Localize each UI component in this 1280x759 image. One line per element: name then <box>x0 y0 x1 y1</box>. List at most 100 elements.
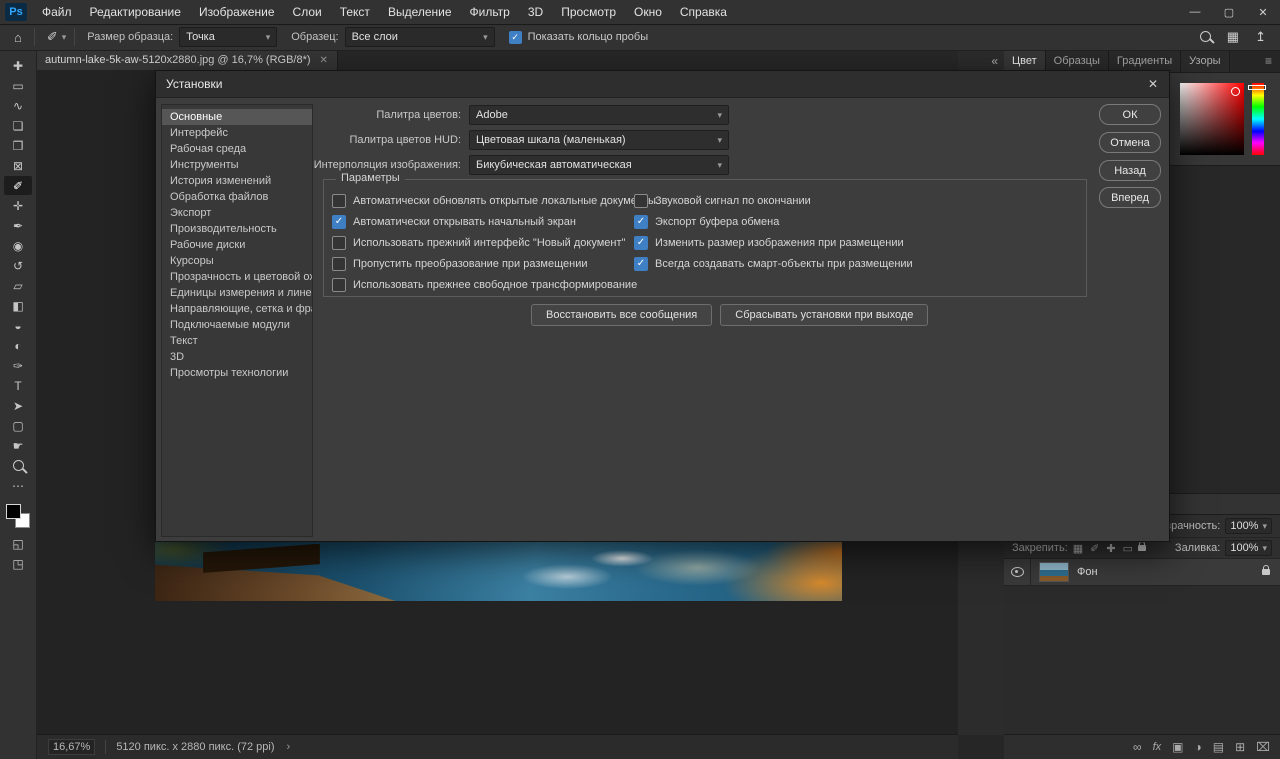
preferences-sidebar-item-7[interactable]: Производительность <box>162 221 312 237</box>
workspace-switcher-icon[interactable]: ▦ <box>1227 29 1239 45</box>
path-selection-tool[interactable]: ➤ <box>4 396 32 415</box>
preferences-sidebar-item-14[interactable]: Текст <box>162 333 312 349</box>
zoom-tool[interactable] <box>4 456 32 475</box>
panel-menu-icon[interactable]: ≡ <box>1257 50 1280 72</box>
preferences-sidebar-item-10[interactable]: Прозрачность и цветовой охват <box>162 269 312 285</box>
checkbox-right-3[interactable]: ✓ <box>634 257 648 271</box>
preferences-sidebar-item-8[interactable]: Рабочие диски <box>162 237 312 253</box>
checkbox-left-4[interactable]: ✓ <box>332 278 346 292</box>
color-cursor[interactable] <box>1231 87 1240 96</box>
prev-button[interactable]: Назад <box>1099 160 1161 181</box>
checkbox-left-1[interactable]: ✓ <box>332 215 346 229</box>
lock-transparency-icon[interactable]: ▦ <box>1073 542 1083 555</box>
dialog-close-icon[interactable]: ✕ <box>1137 71 1169 97</box>
checkbox-left-0[interactable]: ✓ <box>332 194 346 208</box>
clone-stamp-tool[interactable]: ◉ <box>4 236 32 255</box>
cancel-button[interactable]: Отмена <box>1099 132 1161 153</box>
collapse-docks-icon[interactable]: « <box>991 54 998 68</box>
menu-item-7[interactable]: 3D <box>519 0 552 24</box>
zoom-level-field[interactable]: 16,67% <box>48 739 95 755</box>
reset-messages-button[interactable]: Восстановить все сообщения <box>531 304 712 326</box>
document-tab-close-icon[interactable]: ✕ <box>320 55 328 66</box>
checkbox-left-2[interactable]: ✓ <box>332 236 346 250</box>
maximize-button[interactable]: ▢ <box>1212 0 1246 24</box>
show-sampling-ring-checkbox[interactable]: ✓ <box>509 31 522 44</box>
new-group-icon[interactable]: ▤ <box>1213 740 1224 754</box>
eyedropper-tool-icon[interactable]: ✐ <box>43 29 62 45</box>
panel-tab-2[interactable]: Градиенты <box>1109 50 1181 72</box>
foreground-color-swatch[interactable] <box>6 504 21 519</box>
opacity-value[interactable]: 100% ▾ <box>1225 518 1272 534</box>
blur-tool[interactable]: ◒ <box>4 316 32 335</box>
new-layer-icon[interactable]: ⊞ <box>1235 740 1245 754</box>
object-selection-tool[interactable]: ❏ <box>4 116 32 135</box>
checkbox-right-0[interactable]: ✓ <box>634 194 648 208</box>
type-tool[interactable]: T <box>4 376 32 395</box>
document-image[interactable] <box>155 540 842 601</box>
history-brush-tool[interactable]: ↺ <box>4 256 32 275</box>
next-button[interactable]: Вперед <box>1099 187 1161 208</box>
checkbox-right-2[interactable]: ✓ <box>634 236 648 250</box>
document-tab[interactable]: autumn-lake-5k-aw-5120x2880.jpg @ 16,7% … <box>36 50 338 70</box>
screen-mode-icon[interactable]: ◳ <box>4 554 32 573</box>
menu-item-5[interactable]: Выделение <box>379 0 461 24</box>
reset-on-exit-button[interactable]: Сбрасывать установки при выходе <box>720 304 928 326</box>
menu-item-4[interactable]: Текст <box>331 0 379 24</box>
preferences-sidebar-item-15[interactable]: 3D <box>162 349 312 365</box>
lasso-tool[interactable]: ∿ <box>4 96 32 115</box>
healing-brush-tool[interactable]: ✛ <box>4 196 32 215</box>
preferences-sidebar-item-11[interactable]: Единицы измерения и линейки <box>162 285 312 301</box>
quick-mask-icon[interactable]: ◱ <box>4 534 32 553</box>
layer-effects-icon[interactable]: fx <box>1153 741 1162 753</box>
menu-item-9[interactable]: Окно <box>625 0 671 24</box>
menu-item-10[interactable]: Справка <box>671 0 736 24</box>
edit-toolbar[interactable]: ⋯ <box>4 476 32 495</box>
lock-position-icon[interactable]: ✚ <box>1106 542 1115 555</box>
home-icon[interactable]: ⌂ <box>10 30 26 45</box>
delete-layer-icon[interactable]: ⌧ <box>1256 740 1270 754</box>
eraser-tool[interactable]: ▱ <box>4 276 32 295</box>
pen-tool[interactable]: ✑ <box>4 356 32 375</box>
menu-item-0[interactable]: Файл <box>33 0 81 24</box>
lock-all-icon[interactable] <box>1138 545 1146 551</box>
layer-row-background[interactable]: Фон <box>1004 559 1280 586</box>
brush-tool[interactable]: ✒ <box>4 216 32 235</box>
search-icon[interactable] <box>1200 30 1211 45</box>
close-button[interactable]: ✕ <box>1246 0 1280 24</box>
minimize-button[interactable]: — <box>1178 0 1212 24</box>
frame-tool[interactable]: ⊠ <box>4 156 32 175</box>
share-icon[interactable]: ↥ <box>1255 29 1266 45</box>
panel-tab-0[interactable]: Цвет <box>1004 50 1046 72</box>
preferences-sidebar-item-5[interactable]: Обработка файлов <box>162 189 312 205</box>
preferences-sidebar-item-16[interactable]: Просмотры технологии <box>162 365 312 381</box>
hand-tool[interactable]: ☛ <box>4 436 32 455</box>
menu-item-3[interactable]: Слои <box>284 0 331 24</box>
menu-item-2[interactable]: Изображение <box>190 0 284 24</box>
preferences-sidebar-item-13[interactable]: Подключаемые модули <box>162 317 312 333</box>
eyedropper-tool[interactable]: ✐ <box>4 176 32 195</box>
menu-item-1[interactable]: Редактирование <box>81 0 190 24</box>
hue-slider-handle[interactable] <box>1248 85 1266 90</box>
preferences-sidebar-item-6[interactable]: Экспорт <box>162 205 312 221</box>
layer-lock-icon[interactable] <box>1262 569 1270 575</box>
image-interpolation-select[interactable]: Бикубическая автоматическая ▾ <box>469 155 729 175</box>
ok-button[interactable]: ОК <box>1099 104 1161 125</box>
dialog-title-bar[interactable]: Установки ✕ <box>156 71 1169 98</box>
panel-tab-3[interactable]: Узоры <box>1181 50 1229 72</box>
crop-tool[interactable]: ❒ <box>4 136 32 155</box>
chevron-down-icon[interactable]: ▾ <box>62 32 67 43</box>
lock-artboard-icon[interactable]: ▭ <box>1123 542 1133 555</box>
panel-tab-1[interactable]: Образцы <box>1046 50 1109 72</box>
layer-mask-icon[interactable]: ▣ <box>1172 740 1183 754</box>
marquee-tool[interactable]: ▭ <box>4 76 32 95</box>
move-tool[interactable]: ✚ <box>4 56 32 75</box>
sample-select[interactable]: Все слои ▾ <box>345 27 495 47</box>
gradient-tool[interactable]: ◧ <box>4 296 32 315</box>
preferences-sidebar-item-12[interactable]: Направляющие, сетка и фрагменты <box>162 301 312 317</box>
checkbox-left-3[interactable]: ✓ <box>332 257 346 271</box>
checkbox-right-1[interactable]: ✓ <box>634 215 648 229</box>
menu-item-6[interactable]: Фильтр <box>461 0 519 24</box>
preferences-sidebar-item-9[interactable]: Курсоры <box>162 253 312 269</box>
layer-visibility-toggle[interactable] <box>1004 559 1031 585</box>
fill-value[interactable]: 100% ▾ <box>1225 540 1272 556</box>
